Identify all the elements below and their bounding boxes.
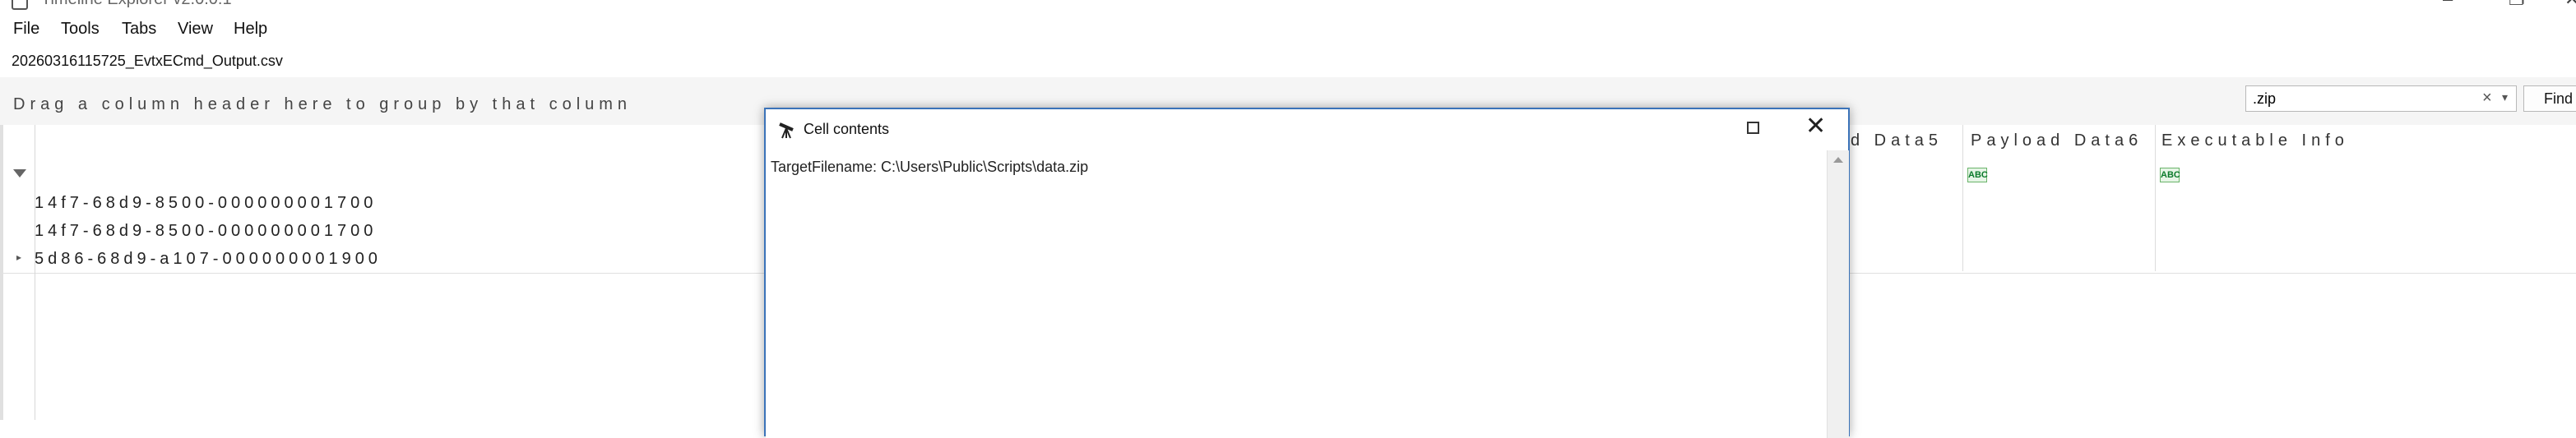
find-button[interactable]: Find [2523, 85, 2576, 112]
app-icon [12, 0, 28, 10]
cell-value: 14f7-68d9-8500-000000001700 [35, 222, 378, 240]
window-titlebar: Timeline Explorer v2.0.0.1 – ❐ ✕ [0, 0, 2576, 13]
telescope-icon [779, 122, 794, 139]
column-header-payload-data6[interactable]: Payload Data6 [1971, 131, 2143, 150]
file-tab-bar: 20260316115725_EvtxECmd_Output.csv [0, 46, 2576, 78]
menu-bar: File Tools Tabs View Help [0, 13, 2576, 47]
search-input[interactable] [2245, 85, 2517, 112]
menu-help[interactable]: Help [234, 20, 267, 39]
column-divider [2155, 125, 2156, 271]
maximize-icon[interactable] [1747, 122, 1759, 134]
cell-value: 5d86-68d9-a107-000000001900 [35, 250, 382, 268]
group-hint-text: Drag a column header here to group by th… [13, 95, 632, 113]
dialog-scrollbar[interactable] [1827, 150, 1849, 438]
text-filter-icon[interactable]: ABC [2160, 168, 2180, 182]
cell-content-text[interactable]: TargetFilename: C:\Users\Public\Scripts\… [771, 159, 1088, 176]
window-title: Timeline Explorer v2.0.0.1 [41, 0, 232, 9]
menu-tabs[interactable]: Tabs [122, 20, 156, 39]
dialog-titlebar[interactable]: Cell contents ✕ [766, 109, 1848, 150]
cell-value: 14f7-68d9-8500-000000001700 [35, 194, 378, 212]
dialog-title: Cell contents [804, 121, 890, 137]
close-window-icon[interactable]: ✕ [2564, 0, 2576, 10]
minimize-icon[interactable]: – [2443, 0, 2453, 10]
restore-icon[interactable]: ❐ [2509, 0, 2525, 10]
menu-file[interactable]: File [13, 20, 39, 39]
row-header-column [0, 125, 35, 420]
column-header-payload-data5[interactable]: d Data5 [1851, 131, 1943, 150]
close-icon[interactable]: ✕ [1805, 114, 1826, 139]
text-filter-icon[interactable]: ABC [1967, 168, 1988, 182]
menu-view[interactable]: View [178, 20, 213, 39]
scroll-up-icon[interactable] [1833, 157, 1843, 163]
menu-tools[interactable]: Tools [61, 20, 100, 39]
cell-contents-dialog: Cell contents ✕ TargetFilename: C:\Users… [764, 108, 1850, 438]
column-divider [1962, 125, 1963, 271]
chevron-down-icon[interactable]: ▾ [2502, 90, 2508, 104]
column-header-executable-info[interactable]: Executable Info [2161, 131, 2349, 150]
dialog-content-area[interactable]: TargetFilename: C:\Users\Public\Scripts\… [766, 150, 1827, 438]
file-tab[interactable]: 20260316115725_EvtxECmd_Output.csv [12, 53, 283, 70]
clear-search-icon[interactable]: × [2482, 89, 2492, 108]
grid-left-edge [0, 125, 3, 420]
